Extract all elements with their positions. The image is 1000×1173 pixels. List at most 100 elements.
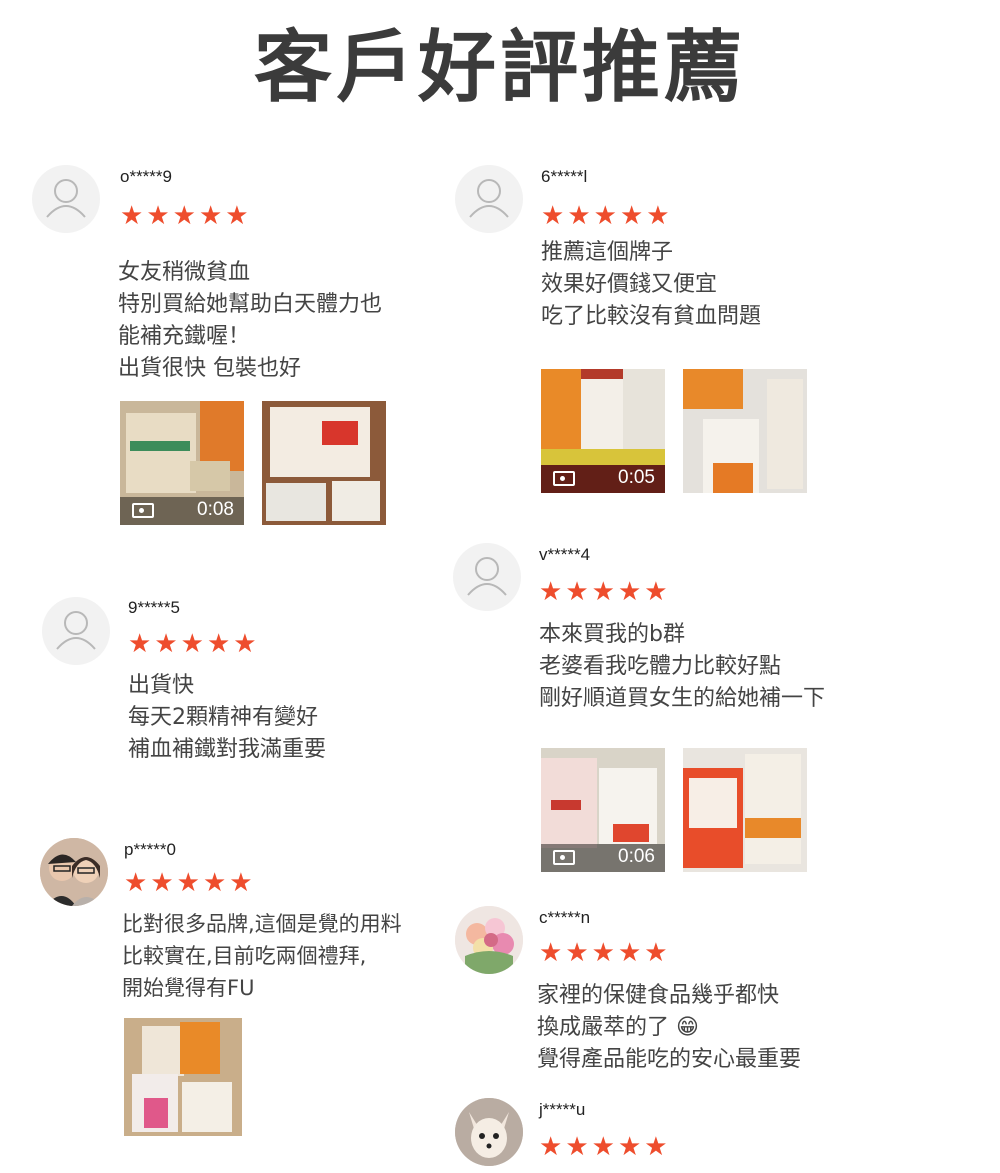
star-icon: ★: [591, 577, 615, 607]
review-username: j*****u: [539, 1100, 586, 1119]
star-icon: ★: [150, 868, 174, 898]
review-video-thumbnail[interactable]: 0:08: [120, 401, 244, 525]
star-icon: ★: [128, 629, 152, 659]
review-line: 剛好順道買女生的給她補一下: [539, 686, 826, 711]
review-text: 女友稍微貧血 特別買給她幫助白天體力也 能補充鐵喔！ 出貨很快 包裝也好: [118, 257, 382, 385]
default-user-icon: [469, 179, 509, 218]
star-icon: ★: [539, 938, 563, 968]
review-line: 比對很多品牌,這個是覺的用料: [122, 912, 402, 936]
review-line: 開始覺得有FU: [122, 976, 255, 1000]
star-icon: ★: [154, 629, 178, 659]
default-user-icon: [56, 611, 96, 650]
review-line: 出貨快: [128, 673, 195, 698]
star-icon: ★: [225, 201, 249, 231]
star-icon: ★: [619, 201, 644, 231]
video-camera-icon: [132, 503, 154, 518]
video-overlay: 0:06: [541, 844, 665, 872]
review-line: 出貨很快 包裝也好: [118, 356, 301, 381]
star-icon: ★: [617, 938, 642, 968]
star-icon: ★: [120, 201, 144, 231]
review-image-thumbnail[interactable]: [683, 369, 807, 493]
review-line: 比較實在,目前吃兩個禮拜,: [122, 944, 367, 968]
review-line: 效果好價錢又便宜: [541, 272, 718, 297]
review-line: 能補充鐵喔！: [118, 324, 251, 349]
flower-photo-icon: [455, 906, 523, 974]
avatar[interactable]: [455, 1098, 523, 1166]
review-image-thumbnail[interactable]: [683, 748, 807, 872]
review-text: 本來買我的b群 老婆看我吃體力比較好點 剛好順道買女生的給她補一下: [539, 619, 825, 715]
video-duration: 0:06: [618, 846, 655, 867]
star-icon: ★: [591, 1132, 615, 1162]
review-username: p*****0: [124, 840, 176, 859]
review-card: o*****9 ★ ★ ★ ★ ★ 女友稍微貧血 特別買給她幫助白天體力也 能補…: [32, 165, 452, 535]
star-icon: ★: [644, 938, 668, 968]
rating-stars: ★ ★ ★ ★ ★: [128, 631, 257, 657]
review-line: 每天2顆精神有變好: [128, 705, 318, 730]
star-icon: ★: [565, 577, 589, 607]
user-photo-icon: [40, 838, 108, 906]
avatar[interactable]: [32, 165, 100, 233]
avatar[interactable]: [453, 543, 521, 611]
review-line: 吃了比較沒有貧血問題: [541, 304, 762, 329]
review-card: v*****4 ★ ★ ★ ★ ★ 本來買我的b群 老婆看我吃體力比較好點 剛好…: [453, 543, 873, 878]
star-icon: ★: [202, 868, 227, 898]
review-video-thumbnail[interactable]: 0:05: [541, 369, 665, 493]
dog-photo-icon: [455, 1098, 523, 1166]
star-icon: ★: [644, 577, 668, 607]
avatar[interactable]: [455, 165, 523, 233]
review-card: 6*****l ★ ★ ★ ★ ★ 推薦這個牌子 效果好價錢又便宜 吃了比較沒有…: [455, 165, 875, 495]
star-icon: ★: [539, 577, 563, 607]
star-icon: ★: [541, 201, 565, 231]
star-icon: ★: [617, 1132, 642, 1162]
video-camera-icon: [553, 850, 575, 865]
review-line: 特別買給她幫助白天體力也: [118, 292, 383, 317]
avatar[interactable]: [42, 597, 110, 665]
video-overlay: 0:08: [120, 497, 244, 525]
rating-stars: ★ ★ ★ ★ ★: [539, 940, 668, 966]
default-user-icon: [467, 557, 507, 596]
star-icon: ★: [593, 201, 617, 231]
review-text: 出貨快 每天2顆精神有變好 補血補鐵對我滿重要: [128, 670, 326, 766]
rating-stars: ★ ★ ★ ★ ★: [120, 203, 249, 229]
avatar[interactable]: [40, 838, 108, 906]
rating-stars: ★ ★ ★ ★ ★: [541, 203, 670, 229]
review-image-thumbnail[interactable]: [124, 1018, 242, 1136]
review-line: 老婆看我吃體力比較好點: [539, 654, 782, 679]
review-line: 本來買我的b群: [539, 622, 685, 647]
review-card: 9*****5 ★ ★ ★ ★ ★ 出貨快 每天2顆精神有變好 補血補鐵對我滿重…: [42, 597, 462, 777]
star-icon: ★: [565, 938, 589, 968]
review-line: 推薦這個牌子: [541, 240, 674, 265]
review-text: 家裡的保健食品幾乎都快 換成嚴萃的了 😁 覺得產品能吃的安心最重要: [537, 980, 801, 1076]
review-text: 比對很多品牌,這個是覺的用料 比較實在,目前吃兩個禮拜, 開始覺得有FU: [122, 908, 402, 1004]
rating-stars: ★ ★ ★ ★ ★: [539, 579, 668, 605]
star-icon: ★: [172, 201, 196, 231]
star-icon: ★: [229, 868, 253, 898]
review-line: 補血補鐵對我滿重要: [128, 737, 327, 762]
review-username: 9*****5: [128, 598, 180, 617]
avatar[interactable]: [455, 906, 523, 974]
review-card: c*****n ★ ★ ★ ★ ★ 家裡的保健食品幾乎都快 換成嚴萃的了 😁 覺…: [455, 906, 875, 1086]
review-text: 推薦這個牌子 效果好價錢又便宜 吃了比較沒有貧血問題: [541, 237, 761, 333]
video-duration: 0:05: [618, 467, 655, 488]
review-username: 6*****l: [541, 167, 588, 186]
star-icon: ★: [198, 201, 223, 231]
review-line: 覺得產品能吃的安心最重要: [537, 1047, 802, 1072]
review-image-thumbnail[interactable]: [262, 401, 386, 525]
review-line: 換成嚴萃的了 😁: [537, 1015, 699, 1040]
rating-stars: ★ ★ ★ ★ ★: [124, 870, 253, 896]
star-icon: ★: [124, 868, 148, 898]
video-camera-icon: [553, 471, 575, 486]
review-card: p*****0 ★ ★ ★ ★ ★ 比對很多品牌,這個是覺的用料 比較實在,目前…: [40, 838, 460, 1143]
star-icon: ★: [567, 201, 591, 231]
star-icon: ★: [646, 201, 670, 231]
review-card: j*****u ★ ★ ★ ★ ★: [455, 1098, 875, 1173]
video-overlay: 0:05: [541, 465, 665, 493]
review-video-thumbnail[interactable]: 0:06: [541, 748, 665, 872]
review-username: v*****4: [539, 545, 591, 564]
star-icon: ★: [591, 938, 615, 968]
review-username: c*****n: [539, 908, 591, 927]
star-icon: ★: [206, 629, 231, 659]
star-icon: ★: [617, 577, 642, 607]
star-icon: ★: [233, 629, 257, 659]
review-line: 家裡的保健食品幾乎都快: [537, 983, 780, 1008]
